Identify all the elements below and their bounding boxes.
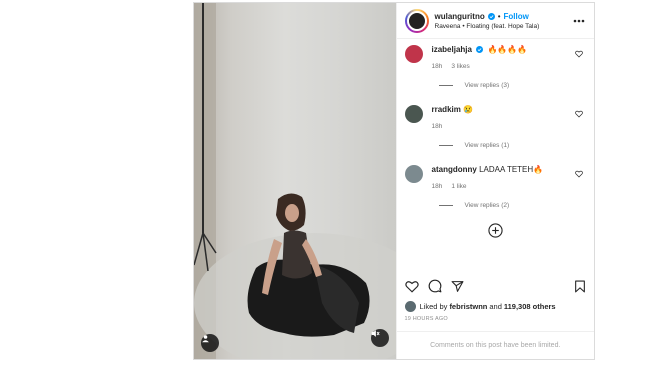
post-modal: wulanguritno • Follow Raveena • Floating… xyxy=(193,2,595,360)
comment-item: atangdonny LADAA TETEH🔥 18h 1 like xyxy=(404,165,587,190)
comment-heart-icon[interactable] xyxy=(575,110,583,118)
view-replies-button[interactable]: View replies (3) xyxy=(438,82,587,89)
tagged-users-button[interactable] xyxy=(201,334,219,352)
author-info: wulanguritno • Follow Raveena • Floating… xyxy=(435,12,573,30)
send-icon[interactable] xyxy=(451,280,464,293)
mute-button[interactable] xyxy=(370,329,389,347)
verified-badge-icon xyxy=(487,12,495,20)
bookmark-icon[interactable] xyxy=(574,280,586,293)
user-icon xyxy=(202,335,209,343)
post-media[interactable] xyxy=(194,3,396,359)
comment-username[interactable]: rradkim xyxy=(432,105,461,114)
comment-heart-icon[interactable] xyxy=(575,170,583,178)
comment-icon[interactable] xyxy=(428,279,442,293)
author-username[interactable]: wulanguritno xyxy=(435,12,485,21)
view-replies-button[interactable]: View replies (2) xyxy=(438,202,587,209)
comment-item: izabeljahja 🔥🔥🔥🔥 18h 3 likes xyxy=(404,45,587,70)
verified-badge-icon xyxy=(476,46,484,53)
comment-avatar[interactable] xyxy=(404,105,423,123)
view-replies-label: View replies (3) xyxy=(464,82,510,89)
comment-avatar[interactable] xyxy=(404,45,423,63)
separator-dot: • xyxy=(497,11,501,21)
comment-likes[interactable]: 3 likes xyxy=(451,63,469,70)
view-replies-label: View replies (2) xyxy=(464,202,510,209)
author-avatar[interactable] xyxy=(404,8,429,33)
audio-track-link[interactable]: Raveena • Floating (feat. Hope Tala) xyxy=(435,23,573,30)
post-side-panel: wulanguritno • Follow Raveena • Floating… xyxy=(395,3,595,359)
comment-text: LADAA TETEH🔥 xyxy=(479,165,544,174)
comment-time[interactable]: 18h xyxy=(432,63,443,70)
comment-text: 🔥🔥🔥🔥 xyxy=(487,45,528,54)
comment-avatar[interactable] xyxy=(404,165,423,183)
likes-summary: Liked by febristwnn and 119,308 others xyxy=(397,299,595,313)
view-replies-label: View replies (1) xyxy=(464,142,510,149)
muted-speaker-icon xyxy=(371,330,380,337)
more-options-button[interactable] xyxy=(572,19,586,23)
more-horizontal-icon xyxy=(573,19,585,22)
likes-others[interactable]: 119,308 others xyxy=(504,302,556,311)
likes-prefix: Liked by xyxy=(419,301,448,311)
plus-circle-icon xyxy=(488,223,503,238)
likes-conj: and xyxy=(489,301,502,311)
comment-text: 😢 xyxy=(463,105,474,114)
page: wulanguritno • Follow Raveena • Floating… xyxy=(0,0,663,372)
comment-time[interactable]: 18h xyxy=(432,183,443,190)
post-header: wulanguritno • Follow Raveena • Floating… xyxy=(396,3,594,39)
comments-limited-notice: Comments on this post have been limited. xyxy=(396,331,594,359)
view-replies-button[interactable]: View replies (1) xyxy=(438,142,587,149)
liker-username[interactable]: febristwnn xyxy=(449,302,487,311)
photo-illustration xyxy=(194,3,396,359)
heart-icon[interactable] xyxy=(404,280,419,293)
liker-avatar[interactable] xyxy=(404,300,416,312)
comment-time[interactable]: 18h xyxy=(432,123,443,130)
comments-list: izabeljahja 🔥🔥🔥🔥 18h 3 likes View replie… xyxy=(397,39,595,273)
comment-username[interactable]: izabeljahja xyxy=(432,45,472,54)
follow-button[interactable]: Follow xyxy=(504,12,529,21)
comment-likes[interactable]: 1 like xyxy=(451,183,466,190)
action-bar xyxy=(397,273,595,299)
post-timestamp[interactable]: 19 HOURS AGO xyxy=(397,313,595,331)
comment-heart-icon[interactable] xyxy=(575,50,583,58)
load-more-comments-button[interactable] xyxy=(405,223,587,238)
comment-item: rradkim 😢 18h xyxy=(404,105,587,130)
comment-username[interactable]: atangdonny xyxy=(432,165,477,174)
